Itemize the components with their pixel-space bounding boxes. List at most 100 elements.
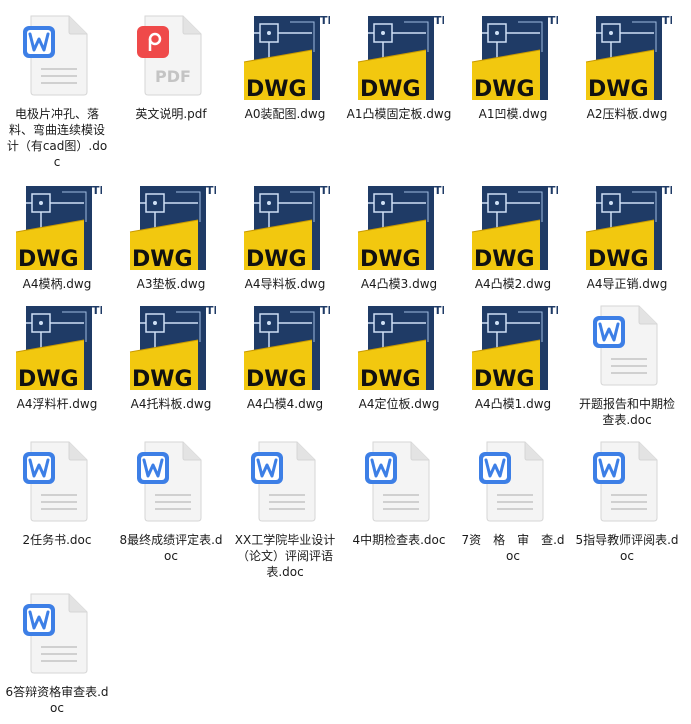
file-item-dwg[interactable]: DWG TM A4凸模4.dwg <box>228 302 342 412</box>
svg-text:TM: TM <box>434 14 444 27</box>
file-item-dwg[interactable]: DWG TM A0装配图.dwg <box>228 12 342 122</box>
dwg-icon: DWG TM <box>12 302 110 394</box>
svg-text:DWG: DWG <box>246 77 307 102</box>
file-item-pdf[interactable]: PDF 英文说明.pdf <box>114 12 228 122</box>
file-name-label: A0装配图.dwg <box>244 107 326 121</box>
svg-text:DWG: DWG <box>474 247 535 272</box>
svg-text:TM: TM <box>662 14 672 27</box>
svg-text:TM: TM <box>548 184 558 197</box>
svg-text:DWG: DWG <box>474 77 535 102</box>
svg-text:TM: TM <box>548 304 558 317</box>
svg-text:DWG: DWG <box>588 247 649 272</box>
file-name-label: 电极片冲孔、落料、弯曲连续模设计（有cad图）.doc <box>6 107 108 169</box>
svg-text:DWG: DWG <box>132 367 193 392</box>
file-grid: 电极片冲孔、落料、弯曲连续模设计（有cad图）.doc PDF 英文说明.pdf DW… <box>0 0 691 724</box>
file-item-doc[interactable]: 2任务书.doc <box>0 438 114 548</box>
dwg-icon: DWG TM <box>240 12 338 104</box>
word-doc-icon <box>587 438 667 524</box>
svg-text:TM: TM <box>434 304 444 317</box>
svg-text:TM: TM <box>320 184 330 197</box>
svg-text:TM: TM <box>320 304 330 317</box>
file-name-label: 7资 格 审 查.doc <box>461 533 565 563</box>
file-item-dwg[interactable]: DWG TM A4凸模2.dwg <box>456 182 570 292</box>
file-name-label: A4导正销.dwg <box>586 277 668 291</box>
file-name-label: A4定位板.dwg <box>358 397 440 411</box>
svg-text:PDF: PDF <box>155 67 191 86</box>
word-doc-icon <box>245 438 325 524</box>
dwg-icon: DWG TM <box>468 12 566 104</box>
svg-text:DWG: DWG <box>360 77 421 102</box>
word-doc-icon <box>17 438 97 524</box>
svg-text:DWG: DWG <box>246 367 307 392</box>
svg-text:DWG: DWG <box>18 247 79 272</box>
file-name-label: 4中期检查表.doc <box>352 533 446 547</box>
svg-text:TM: TM <box>548 14 558 27</box>
file-item-dwg[interactable]: DWG TM A4凸模1.dwg <box>456 302 570 412</box>
file-item-dwg[interactable]: DWG TM A4定位板.dwg <box>342 302 456 412</box>
svg-text:TM: TM <box>434 184 444 197</box>
file-name-label: A1凹模.dwg <box>478 107 548 121</box>
pdf-icon: PDF <box>131 12 211 98</box>
dwg-icon: DWG TM <box>582 12 680 104</box>
file-item-dwg[interactable]: DWG TM A1凹模.dwg <box>456 12 570 122</box>
svg-text:TM: TM <box>92 304 102 317</box>
word-doc-icon <box>587 302 667 388</box>
file-name-label: A4模柄.dwg <box>22 277 92 291</box>
file-item-dwg[interactable]: DWG TM A4导料板.dwg <box>228 182 342 292</box>
file-item-dwg[interactable]: DWG TM A4托料板.dwg <box>114 302 228 412</box>
svg-text:DWG: DWG <box>246 247 307 272</box>
file-name-label: 6答辩资格审查表.doc <box>5 685 109 715</box>
file-item-dwg[interactable]: DWG TM A1凸模固定板.dwg <box>342 12 456 122</box>
svg-text:TM: TM <box>320 14 330 27</box>
file-item-doc[interactable]: 6答辩资格审查表.doc <box>0 590 114 716</box>
file-name-label: A4凸模4.dwg <box>246 397 324 411</box>
file-name-label: A2压料板.dwg <box>586 107 668 121</box>
file-item-dwg[interactable]: DWG TM A4导正销.dwg <box>570 182 684 292</box>
file-name-label: 5指导教师评阅表.doc <box>575 533 679 563</box>
svg-text:DWG: DWG <box>18 367 79 392</box>
file-item-dwg[interactable]: DWG TM A2压料板.dwg <box>570 12 684 122</box>
word-doc-icon <box>359 438 439 524</box>
svg-text:TM: TM <box>662 184 672 197</box>
dwg-icon: DWG TM <box>12 182 110 274</box>
svg-text:DWG: DWG <box>474 367 535 392</box>
file-name-label: XX工学院毕业设计（论文）评阅评语表.doc <box>234 533 336 579</box>
file-item-dwg[interactable]: DWG TM A4模柄.dwg <box>0 182 114 292</box>
file-item-doc[interactable]: 4中期检查表.doc <box>342 438 456 548</box>
dwg-icon: DWG TM <box>354 12 452 104</box>
file-item-doc[interactable]: 电极片冲孔、落料、弯曲连续模设计（有cad图）.doc <box>0 12 114 170</box>
word-doc-icon <box>473 438 553 524</box>
word-doc-icon <box>17 12 97 98</box>
file-name-label: A4凸模3.dwg <box>360 277 438 291</box>
file-name-label: A4浮料杆.dwg <box>16 397 98 411</box>
file-name-label: A4托料板.dwg <box>130 397 212 411</box>
file-name-label: 开题报告和中期检查表.doc <box>578 397 675 427</box>
file-name-label: A1凸模固定板.dwg <box>346 107 452 121</box>
svg-text:TM: TM <box>92 184 102 197</box>
file-name-label: A4凸模1.dwg <box>474 397 552 411</box>
file-name-label: 8最终成绩评定表.doc <box>119 533 223 563</box>
file-name-label: A4凸模2.dwg <box>474 277 552 291</box>
dwg-icon: DWG TM <box>354 302 452 394</box>
file-item-doc[interactable]: 开题报告和中期检查表.doc <box>570 302 684 428</box>
dwg-icon: DWG TM <box>582 182 680 274</box>
word-doc-icon <box>17 590 97 676</box>
svg-text:TM: TM <box>206 184 216 197</box>
file-name-label: 2任务书.doc <box>22 533 92 547</box>
file-item-dwg[interactable]: DWG TM A3垫板.dwg <box>114 182 228 292</box>
file-item-dwg[interactable]: DWG TM A4凸模3.dwg <box>342 182 456 292</box>
file-item-doc[interactable]: 5指导教师评阅表.doc <box>570 438 684 564</box>
file-name-label: A3垫板.dwg <box>136 277 206 291</box>
dwg-icon: DWG TM <box>240 302 338 394</box>
file-item-dwg[interactable]: DWG TM A4浮料杆.dwg <box>0 302 114 412</box>
svg-text:DWG: DWG <box>588 77 649 102</box>
dwg-icon: DWG TM <box>240 182 338 274</box>
svg-text:TM: TM <box>206 304 216 317</box>
svg-text:DWG: DWG <box>360 247 421 272</box>
dwg-icon: DWG TM <box>126 302 224 394</box>
file-item-doc[interactable]: 7资 格 审 查.doc <box>456 438 570 564</box>
file-item-doc[interactable]: XX工学院毕业设计（论文）评阅评语表.doc <box>228 438 342 580</box>
file-name-label: 英文说明.pdf <box>135 107 207 121</box>
file-item-doc[interactable]: 8最终成绩评定表.doc <box>114 438 228 564</box>
dwg-icon: DWG TM <box>354 182 452 274</box>
